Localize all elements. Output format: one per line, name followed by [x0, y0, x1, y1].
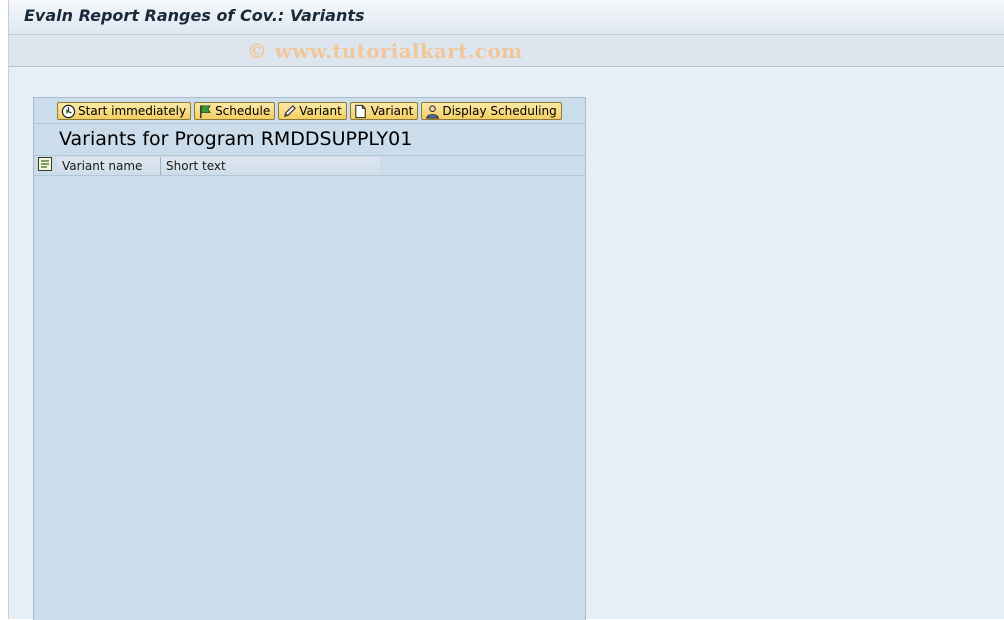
flag-icon — [197, 103, 213, 119]
select-all-button[interactable] — [35, 157, 55, 175]
watermark: © www.tutorialkart.com — [247, 39, 523, 63]
sap-window: Evaln Report Ranges of Cov.: Variants © … — [8, 0, 1004, 620]
title-divider — [34, 155, 585, 156]
variant-toolbar: Start immediately Schedule Variant Varia… — [57, 101, 562, 121]
display-scheduling-label: Display Scheduling — [442, 104, 557, 118]
application-toolbar: © www.tutorialkart.com — [9, 35, 1004, 67]
column-header-short-text[interactable]: Short text — [161, 157, 380, 175]
pencil-icon — [281, 103, 297, 119]
create-variant-button[interactable]: Variant — [349, 102, 419, 120]
content-area: Start immediately Schedule Variant Varia… — [9, 67, 1004, 620]
schedule-button[interactable]: Schedule — [194, 102, 276, 120]
change-variant-label: Variant — [299, 104, 342, 118]
title-bar: Evaln Report Ranges of Cov.: Variants — [9, 0, 1004, 35]
start-immediately-label: Start immediately — [78, 104, 187, 118]
change-variant-button[interactable]: Variant — [278, 102, 347, 120]
select-all-icon — [37, 156, 53, 176]
list-title: Variants for Program RMDDSUPPLY01 — [59, 128, 413, 150]
table-header: Variant name Short text — [34, 157, 585, 176]
variants-panel: Start immediately Schedule Variant Varia… — [33, 97, 586, 620]
toolbar-divider — [34, 123, 585, 124]
start-immediately-button[interactable]: Start immediately — [57, 102, 192, 120]
schedule-label: Schedule — [215, 104, 271, 118]
person-schedule-icon — [424, 103, 440, 119]
column-header-variant-name[interactable]: Variant name — [57, 157, 161, 175]
clock-execute-icon — [60, 103, 76, 119]
display-scheduling-button[interactable]: Display Scheduling — [421, 102, 562, 120]
new-document-icon — [353, 103, 369, 119]
window-title: Evaln Report Ranges of Cov.: Variants — [24, 6, 365, 25]
create-variant-label: Variant — [370, 104, 414, 118]
